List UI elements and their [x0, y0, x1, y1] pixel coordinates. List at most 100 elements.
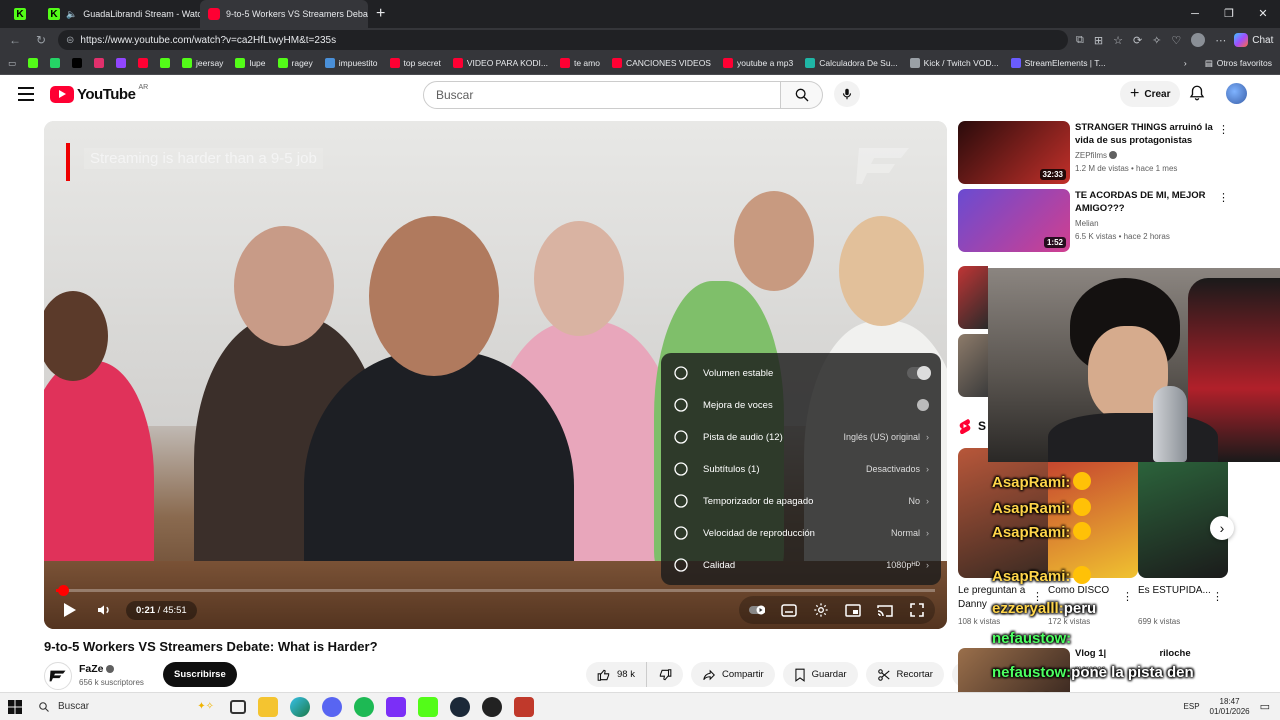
favorite-star-icon[interactable]: ☆ — [1113, 34, 1123, 47]
collections-icon[interactable]: ▭ — [8, 58, 16, 69]
menu-dots-icon[interactable]: ⋯ — [1215, 34, 1226, 47]
hamburger-menu-icon[interactable] — [18, 87, 34, 101]
bookmark-item[interactable] — [94, 58, 105, 68]
start-button[interactable] — [0, 699, 30, 714]
recommended-thumbnail-partial[interactable] — [958, 334, 988, 397]
toggle-switch[interactable] — [907, 366, 931, 380]
play-button[interactable] — [56, 596, 84, 624]
fullscreen-button[interactable] — [903, 596, 931, 624]
video-player[interactable]: Streaming is harder than a 9-5 job Volum… — [44, 121, 947, 629]
bookmark-item[interactable] — [160, 58, 171, 68]
bookmark-item[interactable] — [116, 58, 127, 68]
apps-icon[interactable]: ⊞ — [1094, 34, 1103, 47]
task-view-icon[interactable] — [230, 699, 246, 714]
recommended-item[interactable]: Vlog 1| riloche marcoos — [958, 648, 1258, 692]
maximize-icon[interactable]: ❐ — [1212, 0, 1246, 28]
file-explorer-icon[interactable] — [258, 696, 278, 717]
translate-icon[interactable]: ⧉ — [1076, 34, 1084, 47]
channel-avatar[interactable] — [44, 662, 72, 690]
bookmark-item[interactable]: CANCIONES VIDEOS — [611, 58, 711, 68]
other-favorites[interactable]: › ▤ Otros favoritos — [1184, 58, 1272, 69]
bookmark-item[interactable]: lupe — [235, 58, 266, 68]
short-thumbnail[interactable] — [958, 448, 1048, 578]
taskbar-clock[interactable]: 18:47 01/01/2026 — [1210, 697, 1250, 717]
progress-bar[interactable] — [56, 585, 935, 596]
search-button[interactable] — [781, 81, 823, 109]
bookmark-item[interactable]: te amo — [559, 58, 600, 68]
share-button[interactable]: Compartir — [690, 662, 775, 687]
bookmark-item[interactable]: VIDEO PARA KODI... — [452, 58, 548, 68]
bookmark-item[interactable]: jeersay — [182, 58, 223, 68]
edge-browser-icon[interactable] — [290, 696, 310, 717]
dislike-button[interactable] — [646, 662, 683, 687]
search-input[interactable]: Buscar — [423, 81, 781, 109]
settings-item-playback-speed[interactable]: Velocidad de reproducción Normal › — [661, 517, 941, 549]
more-vertical-icon[interactable]: ⋮ — [1212, 590, 1223, 603]
bookmark-item[interactable]: top secret — [389, 58, 441, 68]
more-vertical-icon[interactable]: ⋮ — [1218, 123, 1229, 136]
taskbar-search[interactable]: Buscar ✦✧ — [30, 696, 220, 718]
input-language[interactable]: ESP — [1184, 702, 1200, 711]
bookmark-item[interactable] — [72, 58, 83, 68]
bookmark-item[interactable]: Calculadora De Su... — [805, 58, 898, 68]
settings-button[interactable] — [807, 596, 835, 624]
shorts-next-button[interactable]: › — [1210, 516, 1234, 540]
miniplayer-button[interactable] — [839, 596, 867, 624]
short-thumbnail[interactable] — [1048, 448, 1138, 578]
bookmark-item[interactable]: ragey — [277, 58, 313, 68]
steam-icon[interactable] — [450, 696, 470, 717]
more-vertical-icon[interactable]: ⋮ — [1122, 590, 1133, 603]
mute-icon[interactable]: 🔈 — [66, 9, 77, 20]
bookmark-item[interactable] — [138, 58, 149, 68]
account-avatar[interactable] — [1226, 83, 1247, 104]
settings-item-stable-volume[interactable]: Volumen estable — [661, 357, 941, 389]
short-thumbnail[interactable] — [1138, 448, 1228, 578]
bookmark-item[interactable]: impuestito — [324, 58, 378, 68]
discord-canary-icon[interactable] — [322, 696, 342, 717]
stream-app-icon[interactable] — [514, 696, 534, 717]
recommended-item[interactable]: 1:52 TE ACORDAS DE MI, MEJOR AMIGO??? Meli… — [958, 189, 1258, 252]
extensions-icon[interactable]: ✧ — [1152, 34, 1161, 47]
autoplay-toggle[interactable] — [743, 596, 771, 624]
recommended-item[interactable]: 32:33 STRANGER THINGS arruinó la vida de … — [958, 121, 1258, 184]
kick-pinned-tab[interactable]: K — [0, 8, 40, 20]
cast-button[interactable] — [871, 596, 899, 624]
recommended-thumbnail-partial[interactable] — [958, 266, 988, 329]
more-vertical-icon[interactable]: ⋮ — [1032, 590, 1043, 603]
subtitles-button[interactable] — [775, 596, 803, 624]
settings-item-voice-boost[interactable]: Mejora de voces — [661, 389, 941, 421]
voice-search-button[interactable] — [834, 81, 860, 107]
bookmark-item[interactable] — [28, 58, 39, 68]
channel-name[interactable]: FaZe — [79, 663, 114, 675]
notification-center-icon[interactable]: ▭ — [1260, 700, 1270, 713]
back-icon[interactable]: ← — [6, 33, 24, 47]
bookmark-item[interactable] — [50, 58, 61, 68]
favorites-icon[interactable]: ♡ — [1171, 34, 1181, 47]
settings-item-audio-track[interactable]: Pista de audio (12) Inglés (US) original › — [661, 421, 941, 453]
kick-app-icon[interactable] — [418, 696, 438, 717]
like-button[interactable]: 98 k — [586, 662, 647, 687]
notifications-button[interactable] — [1188, 84, 1206, 107]
clip-button[interactable]: Recortar — [865, 662, 944, 687]
new-tab-button[interactable]: + — [368, 5, 393, 23]
bookmark-item[interactable]: StreamElements | T... — [1010, 58, 1106, 68]
tab-youtube-video[interactable]: 9-to-5 Workers VS Streamers Deba ✕ — [200, 0, 368, 28]
reload-icon[interactable]: ↻ — [32, 33, 50, 47]
obs-icon[interactable] — [482, 696, 502, 717]
copilot-chat-button[interactable]: Chat — [1234, 33, 1273, 47]
url-field[interactable]: ⊜ https://www.youtube.com/watch?v=ca2HfL… — [58, 30, 1068, 50]
more-vertical-icon[interactable]: ⋮ — [1218, 191, 1229, 204]
settings-item-subtitles[interactable]: Subtítulos (1) Desactivados › — [661, 453, 941, 485]
mute-button[interactable] — [90, 596, 118, 624]
option-toggle[interactable] — [917, 399, 929, 411]
site-info-icon[interactable]: ⊜ — [66, 35, 74, 46]
bookmark-item[interactable]: youtube a mp3 — [722, 58, 793, 68]
subscribe-button[interactable]: Suscribirse — [163, 662, 237, 687]
refresh-split-icon[interactable]: ⟳ — [1133, 34, 1142, 47]
profile-icon[interactable] — [1191, 33, 1206, 47]
bookmark-item[interactable]: Kick / Twitch VOD... — [909, 58, 999, 68]
save-button[interactable]: Guardar — [782, 662, 858, 687]
tab-guadalibrandi[interactable]: K 🔈 GuadaLibrandi Stream - Watc ✕ — [40, 0, 200, 28]
settings-item-quality[interactable]: Calidad 1080p HD › — [661, 549, 941, 581]
spotify-icon[interactable] — [354, 696, 374, 717]
